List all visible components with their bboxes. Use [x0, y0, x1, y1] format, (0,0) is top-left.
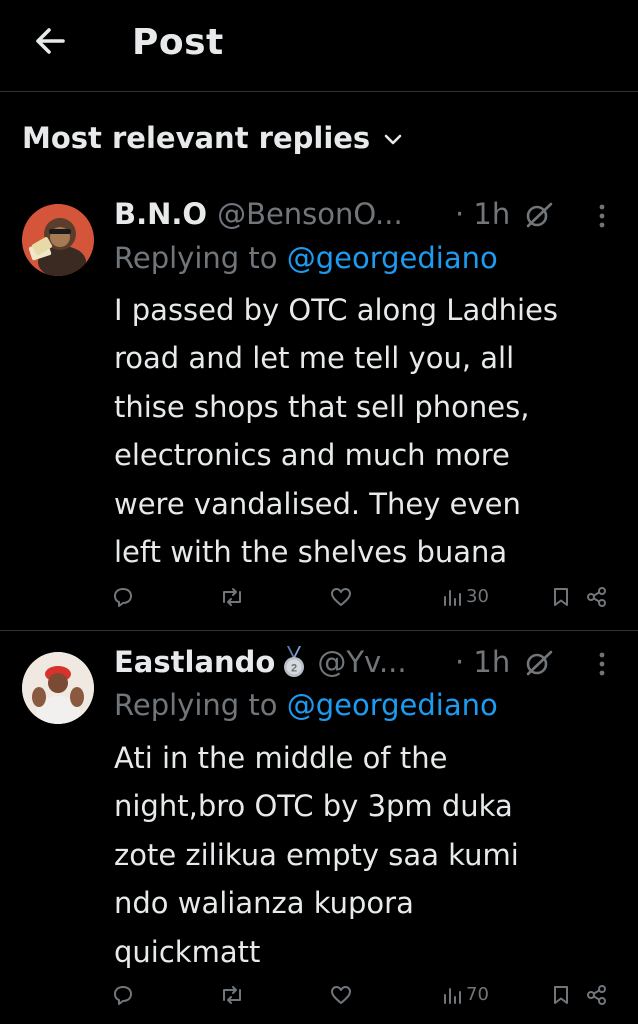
bookmark-button[interactable]: [551, 984, 571, 1006]
bookmark-button[interactable]: [551, 586, 571, 608]
chevron-down-icon: [384, 134, 402, 146]
views-count: 30: [466, 586, 489, 607]
share-icon: [586, 586, 608, 608]
share-icon: [586, 984, 608, 1006]
repost-icon: [219, 586, 245, 608]
repost-button[interactable]: [219, 984, 245, 1006]
views-count: 70: [466, 984, 489, 1005]
post-time: · 1h: [455, 645, 511, 679]
repost-icon: [219, 984, 245, 1006]
reply-item[interactable]: Eastlando 2 @Yv... · 1h Replying to @geo…: [0, 640, 638, 1024]
replying-prefix: Replying to: [114, 241, 278, 275]
avatar[interactable]: [22, 652, 94, 724]
heart-icon: [329, 984, 353, 1006]
replies-sort-dropdown[interactable]: Most relevant replies: [22, 118, 402, 158]
avatar[interactable]: [22, 204, 94, 276]
repost-button[interactable]: [219, 586, 245, 608]
reply-item[interactable]: B.N.O @BensonO... · 1h Replying to @geor…: [0, 190, 638, 630]
reply-text: Ati in the middle of the night,bro OTC b…: [114, 741, 519, 969]
reply-button[interactable]: [112, 586, 134, 608]
views-button[interactable]: 30: [442, 586, 489, 607]
replying-to-mention[interactable]: @georgediano: [287, 241, 498, 275]
second-place-medal-icon: 2: [281, 644, 307, 680]
reply-divider: [0, 630, 638, 631]
display-name[interactable]: B.N.O: [114, 194, 207, 234]
arrow-left-icon: [33, 26, 67, 56]
post-time: · 1h: [455, 197, 511, 231]
bookmark-icon: [551, 586, 571, 608]
bookmark-icon: [551, 984, 571, 1006]
views-chart-icon: [442, 587, 462, 607]
header-divider: [0, 91, 638, 92]
user-handle[interactable]: @Yv...: [317, 642, 406, 682]
reply-meta: B.N.O @BensonO...: [114, 194, 403, 234]
views-chart-icon: [442, 985, 462, 1005]
grok-icon[interactable]: [524, 202, 554, 228]
heart-icon: [329, 586, 353, 608]
comment-icon: [112, 586, 134, 608]
display-name[interactable]: Eastlando: [114, 642, 275, 682]
back-button[interactable]: [30, 24, 70, 58]
views-button[interactable]: 70: [442, 984, 489, 1005]
more-options-icon[interactable]: [598, 652, 606, 676]
reply-meta: Eastlando 2 @Yv...: [114, 642, 407, 682]
action-bar: 30: [0, 586, 638, 616]
replying-to: Replying to @georgediano: [114, 685, 498, 725]
share-button[interactable]: [586, 586, 608, 608]
svg-text:2: 2: [291, 663, 297, 675]
page-title: Post: [132, 22, 224, 63]
grok-icon[interactable]: [524, 650, 554, 676]
reply-text: I passed by OTC along Ladhies road and l…: [114, 293, 559, 570]
action-bar: 70: [0, 984, 638, 1014]
replying-to: Replying to @georgediano: [114, 238, 498, 278]
user-handle[interactable]: @BensonO...: [217, 194, 403, 234]
like-button[interactable]: [329, 586, 353, 608]
more-options-icon[interactable]: [598, 204, 606, 228]
sort-label: Most relevant replies: [22, 121, 371, 155]
replying-to-mention[interactable]: @georgediano: [287, 688, 498, 722]
replying-prefix: Replying to: [114, 688, 278, 722]
comment-icon: [112, 984, 134, 1006]
share-button[interactable]: [586, 984, 608, 1006]
like-button[interactable]: [329, 984, 353, 1006]
reply-button[interactable]: [112, 984, 134, 1006]
top-bar: Post: [0, 0, 638, 88]
